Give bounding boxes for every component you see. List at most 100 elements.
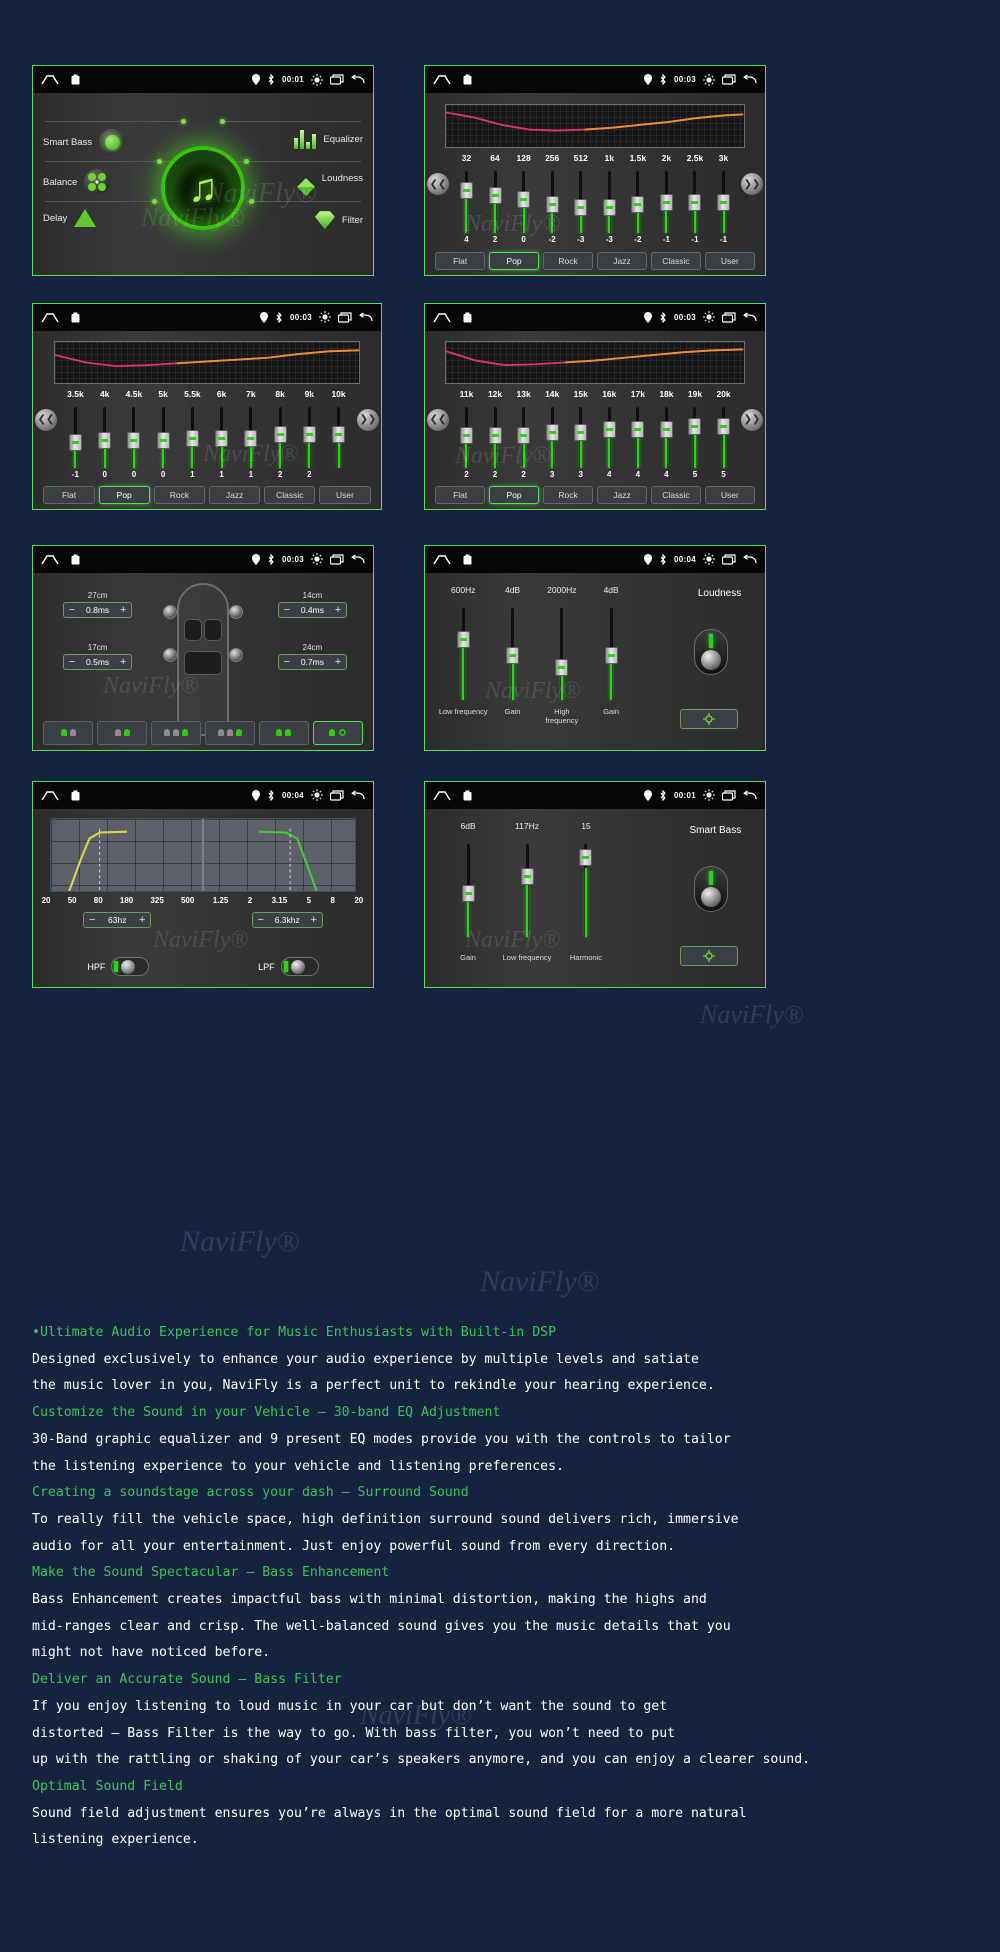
seat-position-all-seats[interactable] — [258, 720, 309, 745]
preset-jazz[interactable]: Jazz — [597, 485, 647, 504]
harmonic-slider[interactable] — [556, 844, 615, 938]
menu-item-delay[interactable]: Delay — [43, 209, 97, 228]
brightness-icon[interactable] — [311, 553, 323, 566]
menu-item-balance[interactable]: Balance — [43, 169, 111, 196]
gain-slider[interactable] — [488, 608, 537, 701]
back-icon[interactable] — [351, 554, 365, 565]
eq-slider[interactable] — [265, 407, 294, 468]
brightness-icon[interactable] — [703, 553, 715, 566]
gain-slider[interactable] — [586, 608, 635, 701]
eq-slider[interactable] — [681, 407, 710, 468]
plus-button[interactable]: + — [115, 604, 131, 616]
plus-button[interactable]: + — [330, 656, 346, 668]
back-icon[interactable] — [743, 790, 757, 801]
eq-slider[interactable] — [595, 407, 624, 468]
loudness-slider-group[interactable] — [439, 608, 636, 701]
plus-button[interactable]: + — [134, 914, 150, 926]
eq-slider[interactable] — [624, 171, 653, 234]
preset-flat[interactable]: Flat — [435, 251, 486, 270]
home-icon[interactable] — [41, 312, 59, 323]
eq-slider[interactable] — [538, 171, 567, 234]
window-icon[interactable] — [722, 790, 736, 801]
home-icon[interactable] — [433, 554, 451, 565]
eq-slider[interactable] — [709, 171, 738, 234]
menu-item-equalizer[interactable]: Equalizer — [294, 129, 363, 150]
home-icon[interactable] — [433, 74, 451, 85]
recents-icon[interactable] — [463, 554, 472, 565]
window-icon[interactable] — [722, 554, 736, 565]
eq-slider[interactable] — [652, 171, 681, 234]
preset-pop[interactable]: Pop — [98, 485, 150, 504]
recents-icon[interactable] — [71, 554, 80, 565]
back-icon[interactable] — [359, 312, 373, 323]
eq-slider[interactable] — [324, 407, 353, 468]
home-icon[interactable] — [41, 554, 59, 565]
brightness-icon[interactable] — [311, 789, 323, 802]
window-icon[interactable] — [330, 74, 344, 85]
eq-slider[interactable] — [149, 407, 178, 468]
eq-slider[interactable] — [90, 407, 119, 468]
preset-classic[interactable]: Classic — [650, 251, 701, 270]
preset-user[interactable]: User — [704, 485, 755, 504]
brightness-icon[interactable] — [319, 311, 331, 324]
low-frequency-slider[interactable] — [439, 608, 488, 701]
eq-slider[interactable] — [595, 171, 624, 234]
window-icon[interactable] — [338, 312, 352, 323]
back-icon[interactable] — [743, 312, 757, 323]
preset-jazz[interactable]: Jazz — [597, 251, 647, 270]
minus-button[interactable]: − — [279, 656, 295, 668]
eq-slider[interactable] — [236, 407, 265, 468]
seat-position-rear-left[interactable] — [151, 720, 201, 745]
loudness-knob[interactable] — [693, 629, 728, 676]
eq-slider-group[interactable] — [452, 171, 738, 234]
delay-stepper[interactable]: − 0.7ms + — [277, 653, 347, 670]
home-icon[interactable] — [41, 74, 59, 85]
delay-stepper[interactable]: − 0.8ms + — [63, 601, 133, 618]
preset-classic[interactable]: Classic — [650, 485, 701, 504]
minus-button[interactable]: − — [64, 604, 80, 616]
low-frequency-slider[interactable] — [498, 844, 557, 938]
preset-classic[interactable]: Classic — [264, 485, 316, 504]
recents-icon[interactable] — [463, 74, 472, 85]
back-icon[interactable] — [351, 790, 365, 801]
reset-button[interactable] — [679, 708, 738, 729]
back-icon[interactable] — [351, 74, 365, 85]
plus-button[interactable]: + — [330, 604, 346, 616]
eq-slider[interactable] — [452, 171, 481, 234]
prev-band-button[interactable]: ❮❮ — [427, 408, 449, 431]
delay-stepper[interactable]: − 0.5ms + — [63, 653, 133, 670]
seat-position-custom[interactable] — [312, 720, 363, 745]
preset-pop[interactable]: Pop — [489, 251, 540, 270]
recents-icon[interactable] — [71, 74, 80, 85]
menu-item-filter[interactable]: Filter — [314, 211, 363, 230]
home-icon[interactable] — [433, 312, 451, 323]
preset-flat[interactable]: Flat — [435, 485, 486, 504]
eq-slider[interactable] — [566, 171, 595, 234]
preset-flat[interactable]: Flat — [43, 485, 95, 504]
preset-rock[interactable]: Rock — [543, 485, 593, 504]
eq-slider-group[interactable] — [61, 407, 353, 468]
eq-slider[interactable] — [509, 407, 538, 468]
seat-position-rear-right[interactable] — [205, 720, 255, 745]
preset-jazz[interactable]: Jazz — [209, 485, 261, 504]
prev-band-button[interactable]: ❮❮ — [427, 173, 449, 196]
back-icon[interactable] — [743, 554, 757, 565]
preset-user[interactable]: User — [319, 485, 371, 504]
recents-icon[interactable] — [71, 790, 80, 801]
preset-pop[interactable]: Pop — [489, 485, 540, 504]
preset-rock[interactable]: Rock — [153, 485, 205, 504]
back-icon[interactable] — [743, 74, 757, 85]
window-icon[interactable] — [330, 554, 344, 565]
window-icon[interactable] — [722, 74, 736, 85]
recents-icon[interactable] — [463, 790, 472, 801]
music-note-icon[interactable]: ♫ — [161, 145, 245, 230]
brightness-icon[interactable] — [703, 789, 715, 802]
eq-slider[interactable] — [178, 407, 207, 468]
plus-button[interactable]: + — [115, 656, 131, 668]
eq-slider[interactable] — [452, 407, 481, 468]
smart-bass-knob[interactable] — [693, 865, 728, 912]
preset-user[interactable]: User — [704, 251, 755, 270]
recents-icon[interactable] — [71, 312, 80, 323]
minus-button[interactable]: − — [253, 914, 269, 926]
lpf-toggle[interactable] — [280, 957, 319, 977]
